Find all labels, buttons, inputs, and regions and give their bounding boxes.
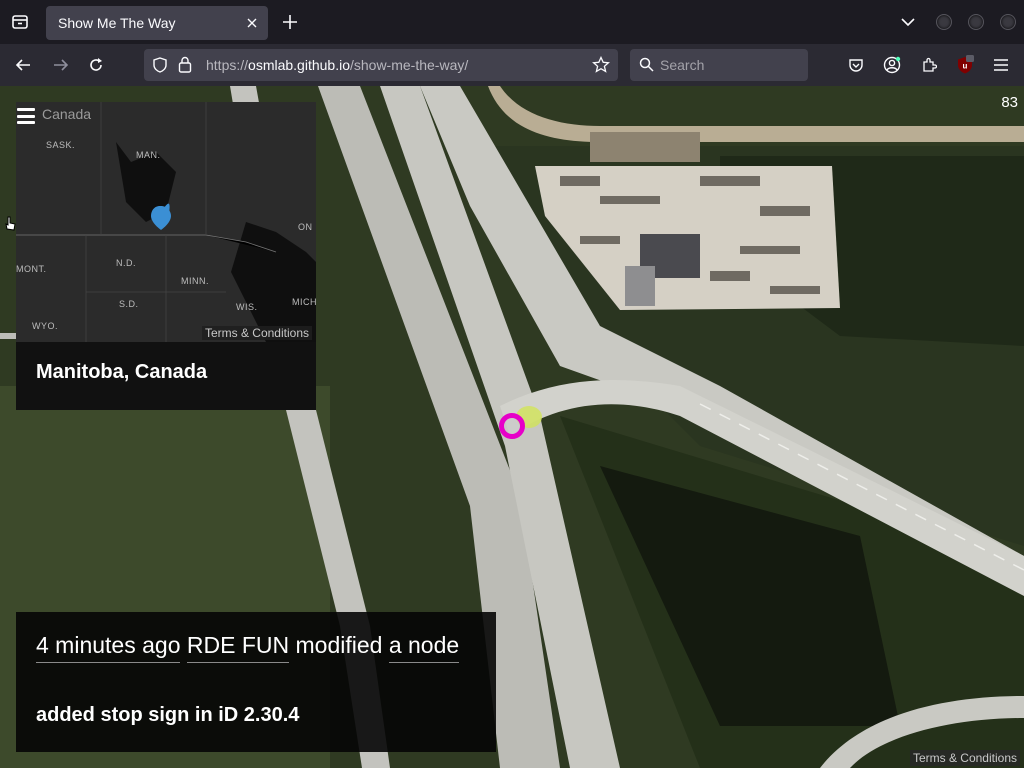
minimap-place-label: MICH <box>292 297 316 307</box>
change-info-panel: 4 minutes ago RDE FUN modified a node ad… <box>16 612 496 752</box>
minimap-panel: Canada SASK. MAN. ON N.D. MONT. MINN. S.… <box>16 102 316 410</box>
minimap-place-label: MAN. <box>136 150 161 160</box>
close-window-button[interactable] <box>1000 14 1016 30</box>
tab-close-icon[interactable] <box>244 15 260 31</box>
url-text[interactable]: https://osmlab.github.io/show-me-the-way… <box>206 57 468 73</box>
lock-icon[interactable] <box>178 56 192 78</box>
minimize-button[interactable] <box>936 14 952 30</box>
aerial-map[interactable]: 83 Canada SASK. MAN. ON N.D. MONT. MINN.… <box>0 86 1024 768</box>
minimap-terms-link[interactable]: Terms & Conditions <box>201 326 312 340</box>
mouse-cursor-icon <box>4 216 18 237</box>
change-object-link[interactable]: a node <box>388 632 460 663</box>
minimap-place-label: MONT. <box>16 264 47 274</box>
reload-icon[interactable] <box>85 54 107 76</box>
navigation-toolbar: https://osmlab.github.io/show-me-the-way… <box>0 44 1024 86</box>
maximize-button[interactable] <box>968 14 984 30</box>
ublock-icon[interactable]: u <box>954 54 976 76</box>
change-summary: 4 minutes ago RDE FUN modified a node <box>36 632 460 663</box>
change-time-link[interactable]: 4 minutes ago <box>36 632 181 663</box>
back-arrow-icon[interactable] <box>12 54 34 76</box>
tab-overview-icon[interactable] <box>8 10 32 34</box>
minimap-place-label: MINN. <box>181 276 209 286</box>
new-tab-icon[interactable] <box>280 12 300 32</box>
location-name: Manitoba, Canada <box>36 361 208 383</box>
extensions-icon[interactable] <box>918 54 940 76</box>
change-comment: added stop sign in iD 2.30.4 <box>36 704 300 726</box>
bookmark-star-icon[interactable] <box>592 55 610 79</box>
tab-title: Show Me The Way <box>58 15 176 31</box>
search-bar[interactable]: Search <box>630 49 808 81</box>
minimap-drawing <box>16 102 316 342</box>
search-placeholder: Search <box>660 57 705 73</box>
menu-hamburger-icon[interactable] <box>17 108 35 124</box>
minimap-place-label: WIS. <box>236 302 258 312</box>
minimap-place-label: ON <box>298 222 313 232</box>
minimap[interactable]: Canada SASK. MAN. ON N.D. MONT. MINN. S.… <box>16 102 316 342</box>
minimap-place-label: S.D. <box>119 299 139 309</box>
tab-bar: Show Me The Way <box>0 0 1024 44</box>
change-counter: 83 <box>1001 94 1018 111</box>
change-user-link[interactable]: RDE FUN <box>186 632 290 663</box>
svg-text:u: u <box>963 62 968 71</box>
minimap-place-label: SASK. <box>46 140 76 150</box>
minimap-country-label: Canada <box>42 106 92 122</box>
node-marker[interactable] <box>499 413 525 439</box>
list-all-tabs-icon[interactable] <box>898 12 918 32</box>
shield-icon[interactable] <box>152 57 168 78</box>
minimap-place-label: WYO. <box>32 321 58 331</box>
app-menu-icon[interactable] <box>990 54 1012 76</box>
forward-arrow-icon[interactable] <box>50 54 72 76</box>
minimap-place-label: N.D. <box>116 258 136 268</box>
pocket-icon[interactable] <box>845 54 867 76</box>
url-path: /show-me-the-way/ <box>349 57 469 73</box>
tab-active[interactable]: Show Me The Way <box>46 6 268 40</box>
change-action: modified <box>295 632 383 658</box>
url-scheme: https:// <box>206 57 249 73</box>
url-bar[interactable]: https://osmlab.github.io/show-me-the-way… <box>144 49 618 81</box>
account-icon[interactable] <box>881 54 903 76</box>
url-host: osmlab.github.io <box>248 57 350 73</box>
search-icon <box>639 57 654 77</box>
map-terms-link[interactable]: Terms & Conditions <box>909 750 1020 766</box>
